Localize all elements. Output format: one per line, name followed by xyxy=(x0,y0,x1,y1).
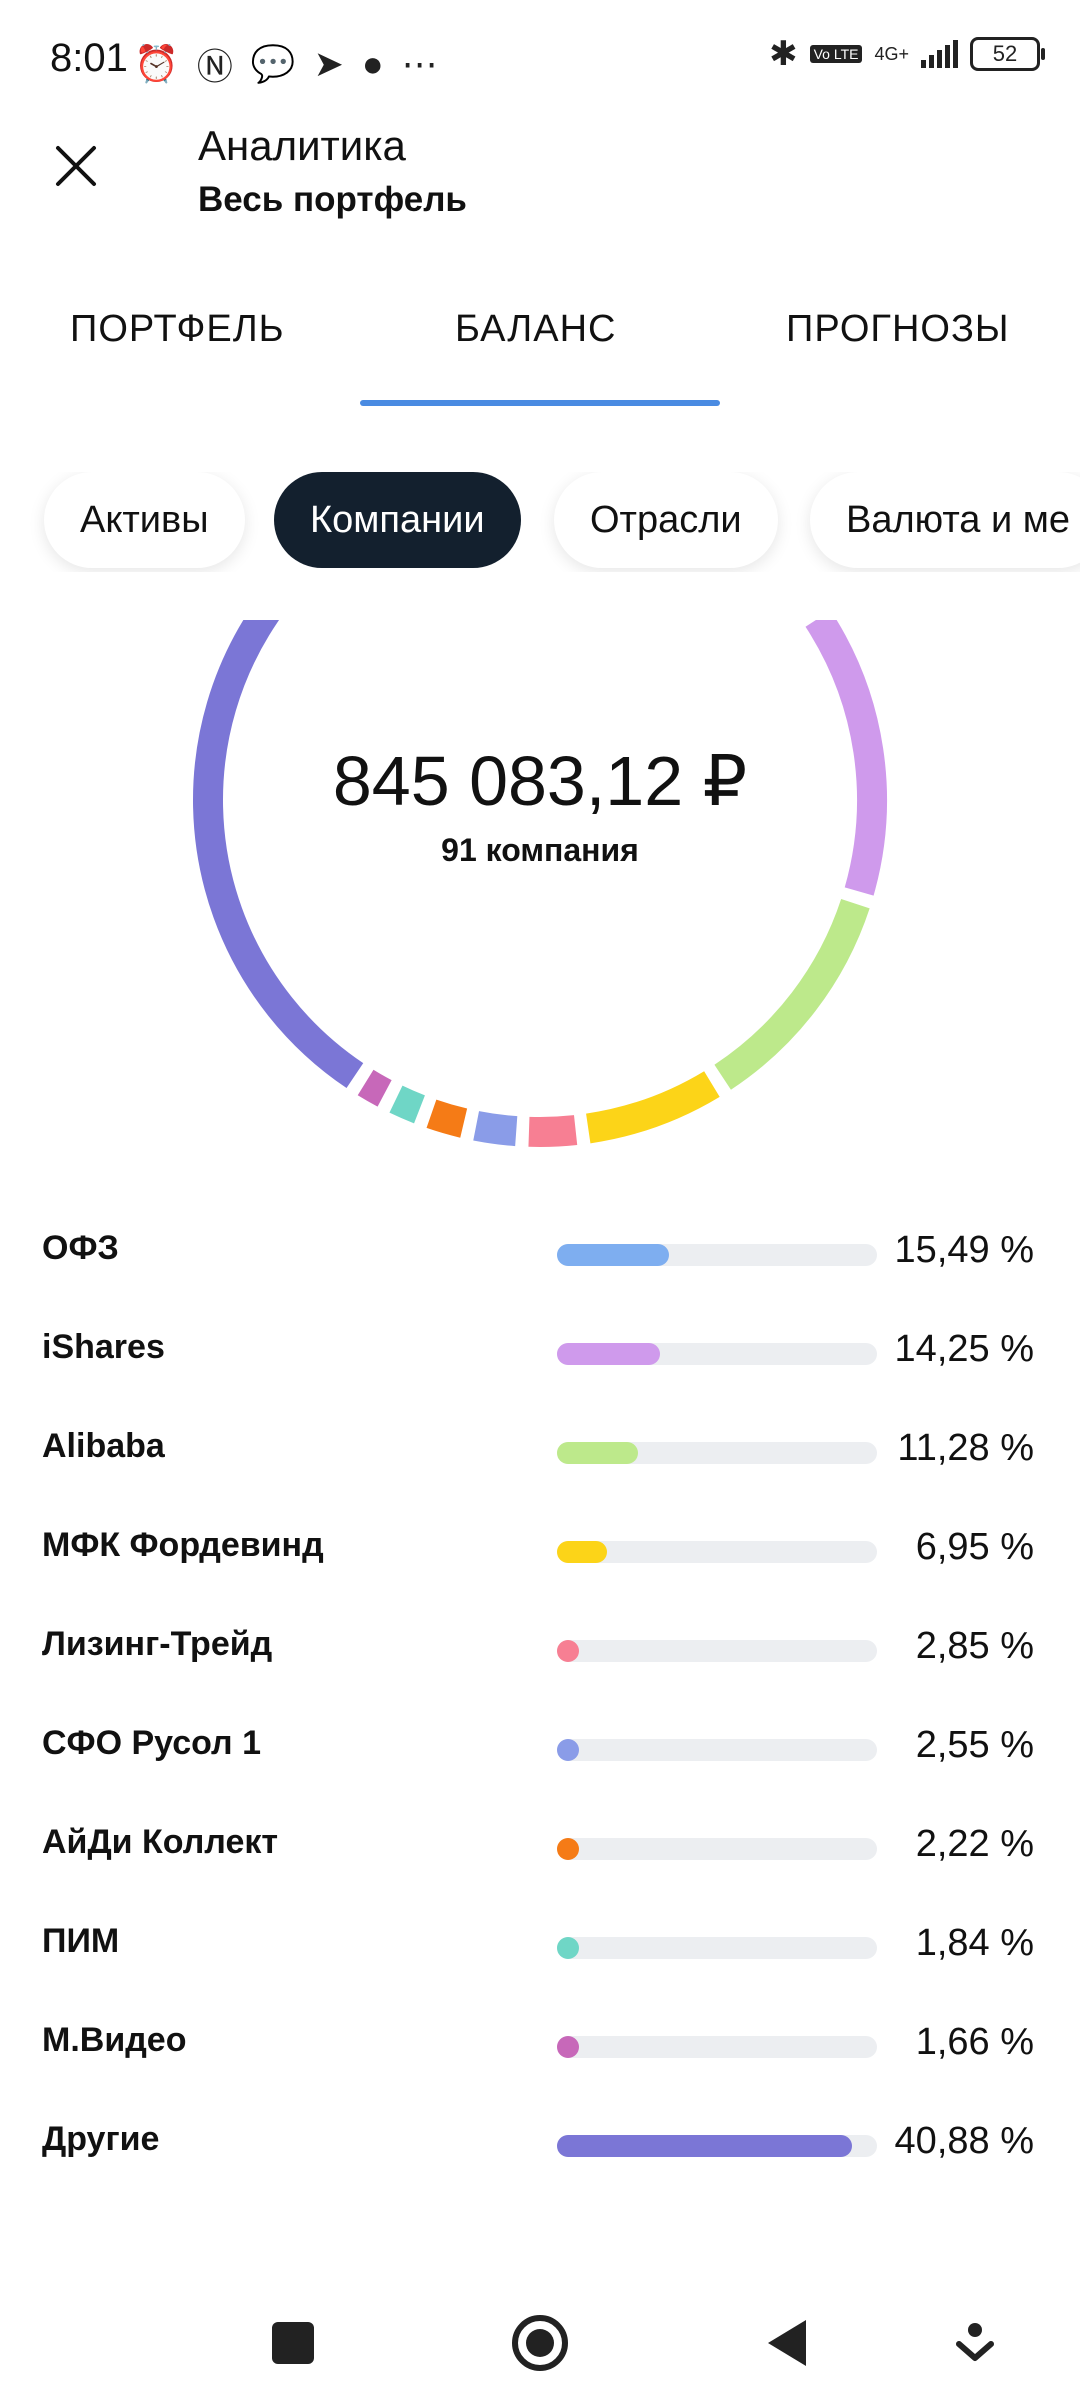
company-name: М.Видео xyxy=(42,2021,187,2059)
share-bar-track xyxy=(557,1244,877,1266)
donut-segment[interactable] xyxy=(714,898,870,1090)
share-bar-track xyxy=(557,1640,877,1662)
message-icon: ● xyxy=(361,43,384,84)
donut-chart xyxy=(0,620,1080,1180)
portfolio-total: 845 083,12 ₽ xyxy=(332,742,748,820)
donut-segment[interactable] xyxy=(528,1115,578,1147)
back-triangle-icon xyxy=(768,2320,806,2366)
company-name: Лизинг-Трейд xyxy=(42,1625,273,1663)
share-bar-fill xyxy=(557,1541,608,1563)
telegram-icon: ➤ xyxy=(313,43,344,84)
company-count: 91 компания xyxy=(441,832,639,868)
company-name: АйДи Коллект xyxy=(42,1823,279,1861)
square-icon xyxy=(272,2322,314,2364)
share-bar-fill xyxy=(557,1937,579,1959)
share-bar-fill xyxy=(557,1442,639,1464)
list-item[interactable]: Лизинг-Трейд 2,85 % xyxy=(0,1621,1080,1681)
share-bar-track xyxy=(557,1442,877,1464)
share-bar-fill xyxy=(557,1739,579,1761)
list-item[interactable]: МФК Фордевинд 6,95 % xyxy=(0,1522,1080,1582)
share-bar-fill xyxy=(557,1838,579,1860)
share-percent: 11,28 % xyxy=(897,1427,1034,1469)
tab-indicator xyxy=(360,400,720,406)
list-item[interactable]: М.Видео 1,66 % xyxy=(0,2017,1080,2077)
status-right: ✱ Vo LTE 4G+ 52 xyxy=(769,34,1045,74)
chevron-down-icon xyxy=(956,2323,994,2361)
list-item[interactable]: iShares 14,25 % xyxy=(0,1324,1080,1384)
filter-chips: Активы Компании Отрасли Валюта и ме xyxy=(0,472,1080,572)
tab-bar: ПОРТФЕЛЬ БАЛАНС ПРОГНОЗЫ xyxy=(0,290,1080,410)
volte-badge: Vo LTE xyxy=(809,45,863,63)
donut-segment[interactable] xyxy=(426,1099,468,1138)
share-percent: 1,84 % xyxy=(915,1922,1034,1964)
share-percent: 14,25 % xyxy=(894,1328,1034,1370)
share-bar-track xyxy=(557,1838,877,1860)
share-bar-track xyxy=(557,1343,877,1365)
share-percent: 2,55 % xyxy=(915,1724,1034,1766)
share-bar-track xyxy=(557,1541,877,1563)
status-time: 8:01 xyxy=(50,36,128,80)
battery-icon: 52 xyxy=(970,37,1045,71)
signal-icon xyxy=(921,40,958,68)
share-bar-track xyxy=(557,2135,877,2157)
share-percent: 1,66 % xyxy=(915,2021,1034,2063)
share-percent: 6,95 % xyxy=(915,1526,1034,1568)
tab-forecasts[interactable]: ПРОГНОЗЫ xyxy=(786,308,1010,351)
share-bar-fill xyxy=(557,2036,579,2058)
home-button[interactable] xyxy=(505,2308,575,2378)
chip-currency[interactable]: Валюта и ме xyxy=(810,472,1080,568)
nfc-icon: Ⓝ xyxy=(196,46,233,87)
donut-segment[interactable] xyxy=(357,1069,392,1107)
company-name: ПИМ xyxy=(42,1922,120,1960)
status-bar: 8:01 ⏰ Ⓝ 💬 ➤ ● ⋯ ✱ Vo LTE 4G+ 52 xyxy=(0,0,1080,120)
share-bar-fill xyxy=(557,2135,852,2157)
list-item[interactable]: Другие 40,88 % xyxy=(0,2116,1080,2176)
close-button[interactable] xyxy=(40,130,112,202)
share-percent: 2,22 % xyxy=(915,1823,1034,1865)
tab-portfolio[interactable]: ПОРТФЕЛЬ xyxy=(70,308,285,351)
list-item[interactable]: СФО Русол 1 2,55 % xyxy=(0,1720,1080,1780)
donut-segment[interactable] xyxy=(389,1085,426,1124)
share-percent: 40,88 % xyxy=(894,2120,1034,2162)
notification-icons: ⏰ Ⓝ 💬 ➤ ● ⋯ xyxy=(134,38,438,90)
alarm-icon: ⏰ xyxy=(134,43,179,84)
share-bar-track xyxy=(557,1739,877,1761)
share-bar-fill xyxy=(557,1343,660,1365)
share-percent: 15,49 % xyxy=(894,1229,1034,1271)
recents-button[interactable] xyxy=(258,2308,328,2378)
company-name: iShares xyxy=(42,1328,165,1366)
donut-segment[interactable] xyxy=(473,1111,518,1147)
company-name: ОФЗ xyxy=(42,1229,119,1267)
list-item[interactable]: Alibaba 11,28 % xyxy=(0,1423,1080,1483)
company-name: Alibaba xyxy=(42,1427,165,1465)
donut-segment[interactable] xyxy=(585,1071,720,1144)
tab-balance[interactable]: БАЛАНС xyxy=(455,308,616,351)
close-icon xyxy=(56,146,96,186)
page-title: Аналитика xyxy=(198,122,406,169)
chat-icon: 💬 xyxy=(250,43,296,84)
share-bar-fill xyxy=(557,1244,669,1266)
chip-industries[interactable]: Отрасли xyxy=(554,472,778,568)
system-nav-bar xyxy=(0,2280,1080,2400)
list-item[interactable]: АйДи Коллект 2,22 % xyxy=(0,1819,1080,1879)
home-circle-icon xyxy=(512,2315,568,2371)
assistant-button[interactable] xyxy=(940,2308,1010,2378)
donut-svg xyxy=(193,620,887,1147)
share-bar-fill xyxy=(557,1640,579,1662)
company-name: МФК Фордевинд xyxy=(42,1526,324,1564)
page-subtitle: Весь портфель xyxy=(198,180,467,219)
company-name: Другие xyxy=(42,2120,160,2158)
chip-assets[interactable]: Активы xyxy=(44,472,245,568)
list-item[interactable]: ОФЗ 15,49 % xyxy=(0,1225,1080,1285)
back-button[interactable] xyxy=(752,2308,822,2378)
network-type: 4G+ xyxy=(874,44,909,64)
bluetooth-icon: ✱ xyxy=(769,35,798,73)
list-item[interactable]: ПИМ 1,84 % xyxy=(0,1918,1080,1978)
chip-companies[interactable]: Компании xyxy=(274,472,521,568)
share-bar-track xyxy=(557,1937,877,1959)
more-notifications-icon: ⋯ xyxy=(401,43,438,84)
share-percent: 2,85 % xyxy=(915,1625,1034,1667)
share-bar-track xyxy=(557,2036,877,2058)
company-name: СФО Русол 1 xyxy=(42,1724,261,1762)
